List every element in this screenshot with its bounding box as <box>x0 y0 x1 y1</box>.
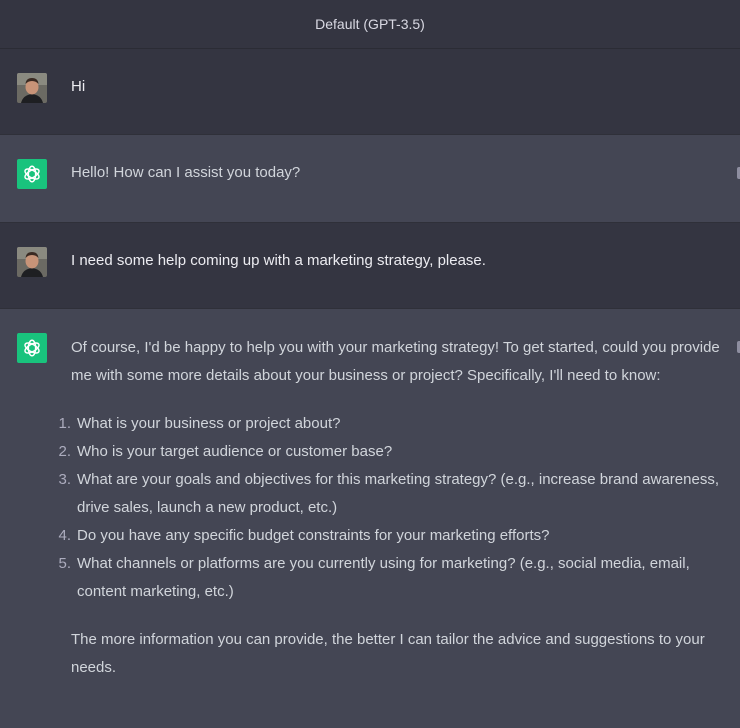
assistant-avatar <box>17 333 47 363</box>
list-item: 4. Do you have any specific budget const… <box>58 522 726 550</box>
list-item-text: Who is your target audience or customer … <box>77 443 393 460</box>
message-text: I need some help coming up with a market… <box>71 252 486 269</box>
model-label[interactable]: Default (GPT-3.5) <box>315 16 425 32</box>
list-number: 5. <box>58 555 71 572</box>
message-text: Hi <box>71 78 86 95</box>
user-avatar-photo <box>17 73 47 103</box>
message-text: Hello! How can I assist you today? <box>71 164 301 181</box>
user-avatar-photo <box>17 247 47 277</box>
chat-header: Default (GPT-3.5) <box>0 0 740 49</box>
list-number: 2. <box>58 443 71 460</box>
list-item-text: What is your business or project about? <box>77 415 341 432</box>
list-item-text: What are your goals and objectives for t… <box>77 471 719 516</box>
message-intro: Of course, I'd be happy to help you with… <box>71 339 720 384</box>
list-item: 1. What is your business or project abou… <box>58 410 726 438</box>
message-assistant-2: Of course, I'd be happy to help you with… <box>0 309 740 728</box>
list-item-text: Do you have any specific budget constrai… <box>77 527 550 544</box>
list-number: 3. <box>58 471 71 488</box>
user-avatar <box>17 247 47 277</box>
list-item: 5. What channels or platforms are you cu… <box>58 550 726 606</box>
message-outro: The more information you can provide, th… <box>71 631 705 676</box>
message-user-1: Hi <box>0 49 740 135</box>
message-body: Of course, I'd be happy to help you with… <box>58 334 726 682</box>
assistant-avatar <box>17 159 47 189</box>
list-item: 3. What are your goals and objectives fo… <box>58 466 726 522</box>
openai-logo-icon <box>24 339 40 357</box>
message-user-2: I need some help coming up with a market… <box>0 223 740 309</box>
openai-logo-icon <box>24 165 40 183</box>
list-item-text: What channels or platforms are you curre… <box>77 555 690 600</box>
message-assistant-1: Hello! How can I assist you today? <box>0 135 740 223</box>
user-avatar <box>17 73 47 103</box>
list-number: 4. <box>58 527 71 544</box>
question-list: 1. What is your business or project abou… <box>58 410 726 606</box>
list-number: 1. <box>58 415 71 432</box>
list-item: 2. Who is your target audience or custom… <box>58 438 726 466</box>
